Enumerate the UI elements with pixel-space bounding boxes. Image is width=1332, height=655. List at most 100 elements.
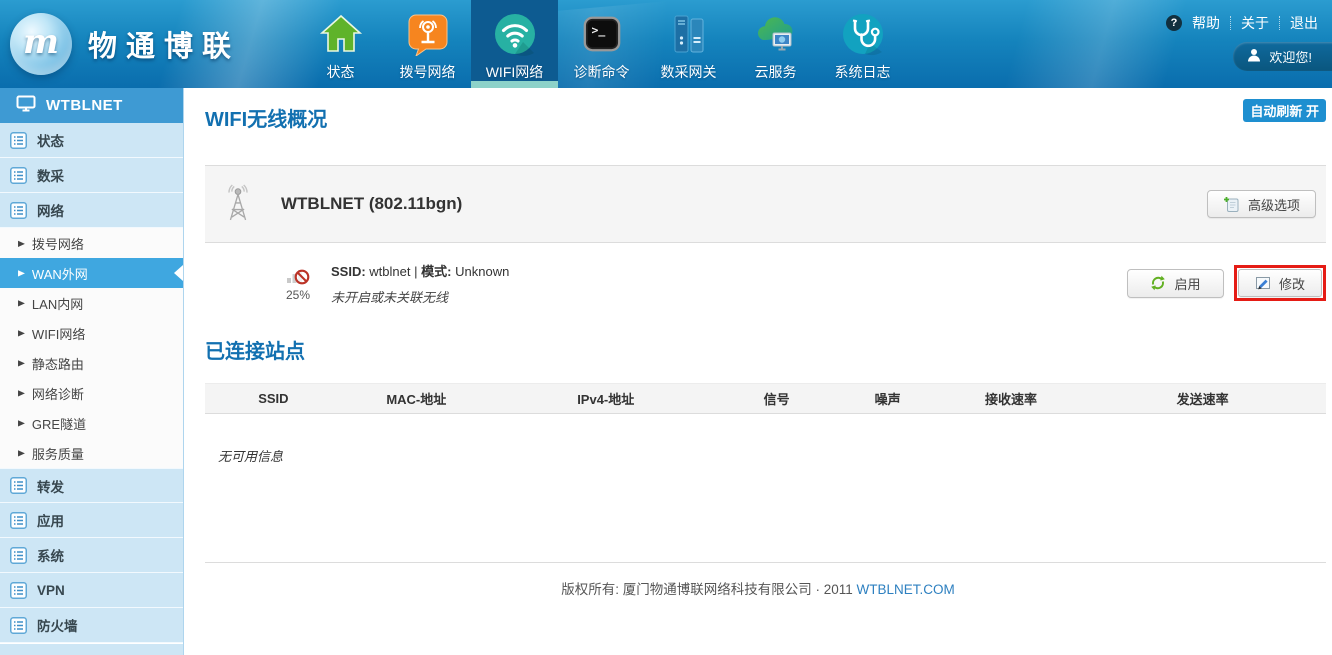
sidebar-item-lan[interactable]: ▶LAN内网 xyxy=(0,288,183,318)
mode-label: 模式: xyxy=(421,264,451,279)
col-ipv4: IPv4-地址 xyxy=(491,384,721,414)
table-header-row: SSID MAC-地址 IPv4-地址 信号 噪声 接收速率 发送速率 xyxy=(205,384,1326,414)
ssid-info: SSID: wtblnet | 模式: Unknown 未开启或未关联无线 xyxy=(331,261,509,306)
sidebar-item-system[interactable]: 系统 xyxy=(0,538,183,573)
triangle-bullet-icon: ▶ xyxy=(18,358,25,368)
enable-button[interactable]: 启用 xyxy=(1127,269,1224,298)
header-right: ? 帮助 关于 退出 欢迎您! xyxy=(1166,0,1332,88)
sidebar-item-label: 防火墙 xyxy=(37,615,78,635)
sidebar-item-label: GRE隧道 xyxy=(32,414,86,433)
page-title: WIFI无线概况 xyxy=(205,103,327,132)
gateway-icon xyxy=(667,9,711,59)
modify-button[interactable]: 修改 xyxy=(1238,269,1322,297)
sidebar-item-forwarding[interactable]: 转发 xyxy=(0,468,183,503)
stations-table: SSID MAC-地址 IPv4-地址 信号 噪声 接收速率 发送速率 xyxy=(205,383,1326,414)
sidebar-item-status[interactable]: 状态 xyxy=(0,123,183,158)
wifi-icon xyxy=(493,9,537,59)
system-log-icon xyxy=(841,9,885,59)
triangle-bullet-icon: ▶ xyxy=(18,268,25,278)
logo-text: 物通博联 xyxy=(88,23,240,65)
ssid-line: SSID: wtblnet | 模式: Unknown xyxy=(331,261,509,280)
top-nav: 状态 拨号网络 xyxy=(297,0,906,88)
footer-divider xyxy=(205,562,1326,563)
ssid-label: SSID: xyxy=(331,264,366,279)
advanced-options-label: 高级选项 xyxy=(1248,195,1300,214)
nav-tab-label: 拨号网络 xyxy=(400,62,456,82)
triangle-bullet-icon: ▶ xyxy=(18,448,25,458)
footer: 版权所有: 厦门物通博联网络科技有限公司 · 2011 WTBLNET.COM xyxy=(184,578,1332,598)
triangle-bullet-icon: ▶ xyxy=(18,238,25,248)
welcome-label: 欢迎您! xyxy=(1269,47,1312,66)
nav-tab-label: 数采网关 xyxy=(661,62,717,82)
antenna-icon xyxy=(221,179,255,230)
header-links: ? 帮助 关于 退出 xyxy=(1166,13,1332,33)
dotted-divider xyxy=(1279,16,1280,30)
list-icon xyxy=(10,167,27,184)
sidebar-item-dialup-network[interactable]: ▶拨号网络 xyxy=(0,228,183,258)
no-signal-icon xyxy=(286,265,310,285)
header: m 物通博联 状态 拨号网络 xyxy=(0,0,1332,88)
sidebar-item-gre-tunnel[interactable]: ▶GRE隧道 xyxy=(0,408,183,438)
modify-label: 修改 xyxy=(1279,274,1305,293)
sidebar-item-network-diagnosis[interactable]: ▶ 网络诊断 xyxy=(0,378,183,408)
sidebar-item-vpn[interactable]: VPN xyxy=(0,573,183,608)
list-icon xyxy=(10,547,27,564)
nav-tab-status[interactable]: 状态 xyxy=(297,0,384,88)
page-plus-icon xyxy=(1223,196,1240,213)
list-icon xyxy=(10,617,27,634)
sidebar-item-firewall[interactable]: 防火墙 xyxy=(0,608,183,643)
list-icon xyxy=(10,512,27,529)
nav-tab-label: 诊断命令 xyxy=(574,62,630,82)
nav-tab-wifi[interactable]: WIFI网络 xyxy=(471,0,558,88)
signal-block: 25% xyxy=(277,265,319,302)
list-icon xyxy=(10,202,27,219)
sidebar-item-wan[interactable]: ▶ WAN外网 xyxy=(0,258,183,288)
sidebar-item-partial[interactable] xyxy=(0,643,183,655)
sidebar-item-wifi-network[interactable]: ▶WIFI网络 xyxy=(0,318,183,348)
dotted-divider xyxy=(1230,16,1231,30)
auto-refresh-toggle[interactable]: 自动刷新 开 xyxy=(1243,99,1326,122)
wifi-status-text: 未开启或未关联无线 xyxy=(331,287,509,306)
nav-tab-diagnostics[interactable]: >_ 诊断命令 xyxy=(558,0,645,88)
list-icon xyxy=(10,582,27,599)
about-link[interactable]: 关于 xyxy=(1241,13,1269,33)
advanced-options-button[interactable]: 高级选项 xyxy=(1207,190,1316,218)
sidebar-item-label: 数采 xyxy=(37,165,64,185)
welcome-button[interactable]: 欢迎您! xyxy=(1233,42,1332,71)
connected-stations-title: 已连接站点 xyxy=(205,335,305,364)
nav-tab-dialup[interactable]: 拨号网络 xyxy=(384,0,471,88)
sidebar-item-label: 网络诊断 xyxy=(32,384,84,403)
sidebar-title: WTBLNET xyxy=(46,97,123,114)
col-ssid: SSID xyxy=(205,384,342,414)
help-link[interactable]: 帮助 xyxy=(1192,13,1220,33)
sidebar-item-network[interactable]: 网络 xyxy=(0,193,183,228)
nav-tab-syslog[interactable]: 系统日志 xyxy=(819,0,906,88)
col-tx-rate: 发送速率 xyxy=(1079,384,1326,414)
dialup-network-icon xyxy=(406,9,450,59)
workspace: WTBLNET 状态 数采 网络 ▶拨号网络 ▶WAN外网 ▶LAN内网 ▶WI… xyxy=(0,88,1332,655)
sidebar-item-qos[interactable]: ▶服务质量 xyxy=(0,438,183,468)
terminal-icon: >_ xyxy=(581,9,623,59)
sidebar-item-label: WIFI网络 xyxy=(32,324,85,343)
wifi-overview-panel: WTBLNET (802.11bgn) 高级选项 xyxy=(205,165,1326,243)
user-icon xyxy=(1247,48,1261,65)
logout-link[interactable]: 退出 xyxy=(1290,13,1318,33)
triangle-bullet-icon: ▶ xyxy=(18,298,25,308)
highlight-annotation: 修改 xyxy=(1234,265,1326,301)
svg-text:>_: >_ xyxy=(591,23,605,38)
logo-sphere-icon: m xyxy=(10,13,72,75)
sidebar-item-label: 静态路由 xyxy=(32,354,84,373)
nav-tab-gateway[interactable]: 数采网关 xyxy=(645,0,732,88)
triangle-bullet-icon: ▶ xyxy=(18,388,25,398)
sidebar-item-data-collect[interactable]: 数采 xyxy=(0,158,183,193)
sidebar-item-application[interactable]: 应用 xyxy=(0,503,183,538)
wtblnet-link[interactable]: WTBLNET.COM xyxy=(857,582,955,597)
nav-tab-label: 状态 xyxy=(327,62,355,82)
nav-tab-cloud[interactable]: 云服务 xyxy=(732,0,819,88)
signal-percent: 25% xyxy=(286,288,310,302)
sidebar-item-static-route[interactable]: ▶ 静态路由 xyxy=(0,348,183,378)
sidebar-item-label: 应用 xyxy=(37,510,64,530)
sidebar-item-label: WAN外网 xyxy=(32,264,88,283)
nav-tab-label: WIFI网络 xyxy=(486,62,544,82)
sidebar-item-label: VPN xyxy=(37,583,65,598)
